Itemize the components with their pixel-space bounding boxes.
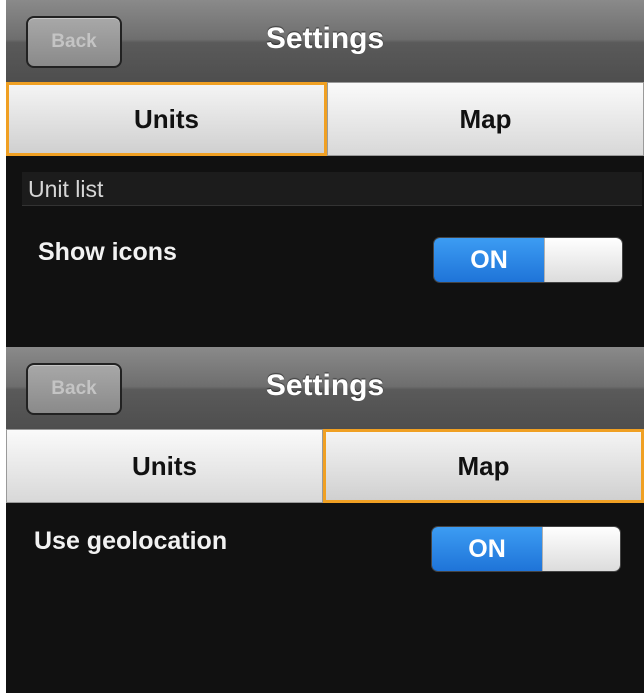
settings-screen-map: Back Settings Units Map Use geolocation … bbox=[6, 347, 644, 693]
toggle-knob bbox=[542, 527, 620, 571]
tab-map[interactable]: Map bbox=[327, 82, 644, 156]
tab-units[interactable]: Units bbox=[6, 82, 327, 156]
section-header-unit-list: Unit list bbox=[22, 172, 642, 206]
toggle-on-text: ON bbox=[432, 527, 542, 571]
show-icons-toggle[interactable]: ON bbox=[434, 238, 622, 282]
toggle-knob bbox=[544, 238, 622, 282]
tab-units[interactable]: Units bbox=[6, 429, 323, 503]
page-title: Settings bbox=[265, 22, 385, 55]
use-geolocation-toggle[interactable]: ON bbox=[432, 527, 620, 571]
title-bar: Back Settings bbox=[6, 347, 644, 430]
toggle-on-text: ON bbox=[434, 238, 544, 282]
use-geolocation-label: Use geolocation bbox=[34, 527, 228, 555]
show-icons-label: Show icons bbox=[38, 238, 177, 266]
tab-bar: Units Map bbox=[6, 429, 644, 503]
tab-map[interactable]: Map bbox=[323, 429, 644, 503]
tab-bar: Units Map bbox=[6, 82, 644, 156]
page-title: Settings bbox=[265, 369, 385, 402]
title-bar: Back Settings bbox=[6, 0, 644, 83]
settings-screen-units: Back Settings Units Map Unit list Show i… bbox=[6, 0, 644, 347]
